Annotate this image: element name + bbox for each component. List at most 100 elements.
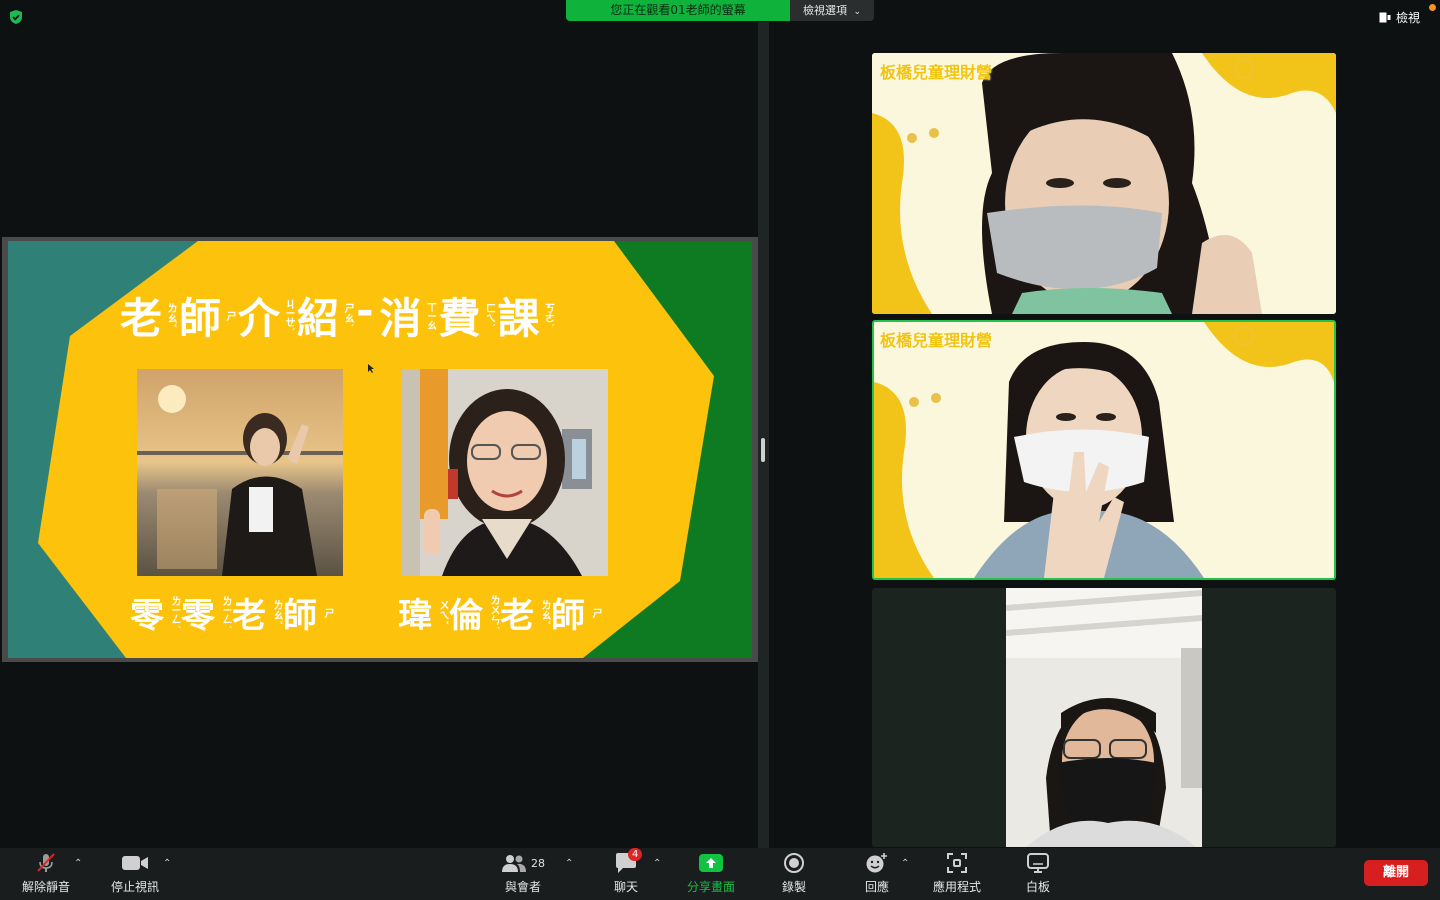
chevron-down-icon: ⌄: [853, 7, 862, 17]
record-button[interactable]: 錄製: [754, 850, 834, 895]
video-tile-2-active-speaker[interactable]: 板橋兒童理財營: [872, 320, 1336, 580]
share-screen-label: 分享畫面: [686, 880, 735, 894]
participants-count: 28: [531, 856, 545, 870]
participants-icon: 28: [501, 850, 545, 876]
ruby-char: 師ㄕ: [551, 588, 601, 637]
ruby-char: 老ㄌㄠˇ: [232, 588, 282, 637]
split-drag-handle[interactable]: [761, 438, 765, 462]
ruby-base-char: 倫: [449, 596, 487, 636]
ruby-base-char: 師: [551, 596, 589, 636]
ruby-char: 老ㄌㄠˇ: [500, 588, 550, 637]
whiteboard-button[interactable]: 白板: [998, 850, 1078, 895]
teacher-photo-left: [137, 369, 343, 576]
ruby-char: 零ㄌㄧㄥˊ: [130, 588, 180, 637]
participants-options-caret-icon[interactable]: ⌃: [565, 858, 573, 869]
slide-title: 老ㄌㄠˇ 師ㄕ介ㄐㄧㄝˋ 紹ㄕㄠˋ - 消ㄒㄧㄠ費ㄈㄟˋ 課ㄎㄜˋ: [120, 285, 650, 346]
ruby-base-char: 紹: [297, 294, 342, 343]
zhuyin-annotation: ㄌㄨㄣˊ: [488, 595, 499, 630]
unmute-label: 解除靜音: [21, 880, 70, 894]
virtual-background: [874, 322, 1334, 578]
ruby-char: 倫ㄌㄨㄣˊ: [449, 588, 499, 637]
zhuyin-annotation: ㄒㄧㄠ: [424, 301, 436, 330]
ruby-base-char: 瑋: [398, 596, 436, 636]
unmute-button[interactable]: 解除靜音: [6, 850, 86, 895]
whiteboard-icon: [1022, 850, 1054, 876]
ruby-base-char: 老: [232, 596, 270, 636]
chat-button[interactable]: 4 聊天: [586, 848, 666, 895]
split-divider[interactable]: [758, 22, 769, 848]
view-button[interactable]: 檢視: [1379, 9, 1420, 26]
reactions-button[interactable]: 回應: [837, 850, 917, 895]
ruby-base-char: 介: [238, 294, 283, 343]
ruby-base-char: 零: [181, 596, 219, 636]
view-options-dropdown[interactable]: 檢視選項 ⌄: [790, 0, 874, 21]
teacher-name-left: 零ㄌㄧㄥˊ 零ㄌㄧㄥˊ 老ㄌㄠˇ 師ㄕ: [130, 588, 333, 637]
ruby-char: 零ㄌㄧㄥˊ: [181, 588, 231, 637]
participant-video: [1006, 588, 1202, 847]
screen-share-banner: 您正在觀看01老師的螢幕: [566, 0, 790, 21]
view-options-label: 檢視選項: [802, 4, 847, 17]
video-tile-3[interactable]: [872, 588, 1336, 847]
ruby-char: 介ㄐㄧㄝˋ: [238, 285, 294, 346]
smiley-plus-icon: [861, 850, 893, 876]
ruby-base-char: -: [356, 285, 376, 334]
reactions-options-caret-icon[interactable]: ⌃: [901, 858, 909, 869]
zhuyin-annotation: ㄕ: [224, 310, 236, 321]
chat-label: 聊天: [613, 880, 638, 894]
apps-label: 應用程式: [932, 880, 981, 894]
view-layout-icon: [1379, 12, 1391, 23]
share-screen-button[interactable]: 分享畫面: [671, 850, 751, 895]
zhuyin-annotation: ㄌㄠˇ: [165, 303, 177, 328]
apps-icon: [941, 850, 973, 876]
ruby-base-char: 老: [500, 596, 538, 636]
mouse-cursor-icon: [368, 358, 375, 377]
zhuyin-annotation: ㄕ: [322, 607, 333, 618]
zhuyin-annotation: ㄎㄜˋ: [542, 303, 554, 328]
record-label: 錄製: [781, 880, 806, 894]
zhuyin-annotation: ㄈㄟˋ: [483, 303, 495, 328]
ruby-char: 老ㄌㄠˇ: [120, 285, 177, 346]
ruby-base-char: 師: [179, 294, 224, 343]
zhuyin-annotation: ㄕ: [590, 607, 601, 618]
apps-button[interactable]: 應用程式: [917, 850, 997, 895]
chat-bubble-icon: 4: [610, 848, 643, 876]
audio-options-caret-icon[interactable]: ⌃: [74, 858, 82, 869]
virtual-background: [872, 53, 1336, 314]
zhuyin-annotation: ㄌㄠˇ: [539, 600, 550, 625]
zhuyin-annotation: ㄌㄧㄥˊ: [220, 596, 231, 629]
ruby-base-char: 師: [283, 596, 321, 636]
ruby-char: 課ㄎㄜˋ: [498, 285, 554, 346]
ruby-char: 紹ㄕㄠˋ: [297, 285, 354, 346]
ruby-char: 師ㄕ: [179, 285, 236, 346]
zhuyin-annotation: ㄌㄠˇ: [271, 600, 282, 625]
participants-button[interactable]: 28 與會者: [483, 850, 563, 895]
participants-label: 與會者: [504, 880, 541, 894]
notification-dot: [1429, 4, 1436, 11]
video-camera-icon: [119, 850, 151, 876]
chat-options-caret-icon[interactable]: ⌃: [653, 858, 661, 869]
security-shield-icon[interactable]: [8, 9, 24, 25]
muted-mic-icon: [30, 850, 62, 876]
participant-name-label: 板橋兒童理財營: [880, 331, 993, 350]
video-tile-1[interactable]: 板橋兒童理財營: [872, 53, 1336, 314]
ruby-char: 瑋ㄨㄟˇ: [398, 588, 448, 637]
ruby-base-char: 費: [438, 294, 483, 343]
participant-name-label: 板橋兒童理財營: [880, 63, 993, 82]
ruby-base-char: 消: [379, 294, 424, 343]
zhuyin-annotation: ㄨㄟˇ: [437, 600, 448, 625]
chat-unread-badge: 4: [628, 848, 643, 861]
zhuyin-annotation: ㄌㄧㄥˊ: [169, 596, 180, 629]
teacher-photo-right: [402, 369, 608, 576]
stop-video-button[interactable]: 停止視訊: [95, 850, 175, 895]
ruby-base-char: 零: [130, 596, 168, 636]
ruby-base-char: 老: [120, 294, 165, 343]
leave-button[interactable]: 離開: [1364, 860, 1428, 886]
zhuyin-annotation: ㄕㄠˋ: [342, 303, 354, 328]
share-screen-icon: [695, 850, 727, 876]
ruby-char: 費ㄈㄟˋ: [438, 285, 495, 346]
teacher-name-right: 瑋ㄨㄟˇ 倫ㄌㄨㄣˊ 老ㄌㄠˇ 師ㄕ: [398, 588, 601, 637]
ruby-char: 消ㄒㄧㄠ: [379, 285, 436, 346]
video-options-caret-icon[interactable]: ⌃: [163, 858, 171, 869]
record-icon: [778, 850, 810, 876]
ruby-char: -: [356, 285, 375, 334]
